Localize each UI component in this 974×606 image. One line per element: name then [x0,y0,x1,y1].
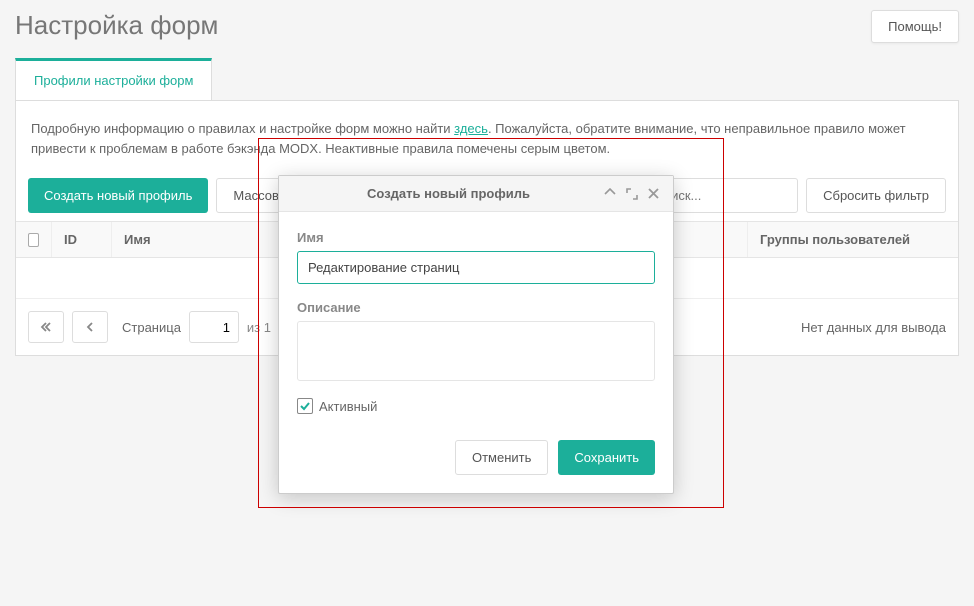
tabs: Профили настройки форм [15,58,959,101]
save-button[interactable]: Сохранить [558,440,655,475]
reset-filter-button[interactable]: Сбросить фильтр [806,178,946,213]
pager-prev-button[interactable] [72,311,108,343]
active-checkbox-row[interactable]: Активный [297,398,655,414]
pager-page-label: Страница [122,320,181,335]
info-before: Подробную информацию о правилах и настро… [31,121,454,136]
pager-page-input[interactable] [189,311,239,343]
chevron-double-left-icon [40,321,52,333]
name-input[interactable] [297,251,655,284]
checkbox-checked-icon [297,398,313,414]
create-profile-button[interactable]: Создать новый профиль [28,178,208,213]
help-button[interactable]: Помощь! [871,10,959,43]
chevron-left-icon [85,321,95,333]
name-label: Имя [297,230,655,245]
checkbox-icon [28,233,39,247]
pager-empty: Нет данных для вывода [801,320,946,335]
pager-of: из 1 [247,320,271,335]
collapse-icon[interactable] [604,188,616,200]
column-id[interactable]: ID [52,222,112,257]
active-label: Активный [319,399,377,414]
modal-footer: Отменить Сохранить [279,424,673,493]
description-input[interactable] [297,321,655,381]
info-text: Подробную информацию о правилах и настро… [16,101,958,170]
cancel-button[interactable]: Отменить [455,440,548,475]
modal-body: Имя Описание Активный [279,212,673,424]
page-title: Настройка форм [15,10,218,41]
expand-icon[interactable] [626,188,638,200]
close-icon[interactable] [648,188,659,200]
search-input[interactable] [658,178,798,213]
pager-first-button[interactable] [28,311,64,343]
column-groups[interactable]: Группы пользователей [748,222,958,257]
modal: Создать новый профиль Имя Описание Актив… [278,175,674,494]
column-checkbox[interactable] [16,222,52,257]
modal-title: Создать новый профиль [293,186,604,201]
modal-header: Создать новый профиль [279,176,673,212]
info-link[interactable]: здесь [454,121,488,136]
tab-profiles[interactable]: Профили настройки форм [15,58,212,100]
description-label: Описание [297,300,655,315]
